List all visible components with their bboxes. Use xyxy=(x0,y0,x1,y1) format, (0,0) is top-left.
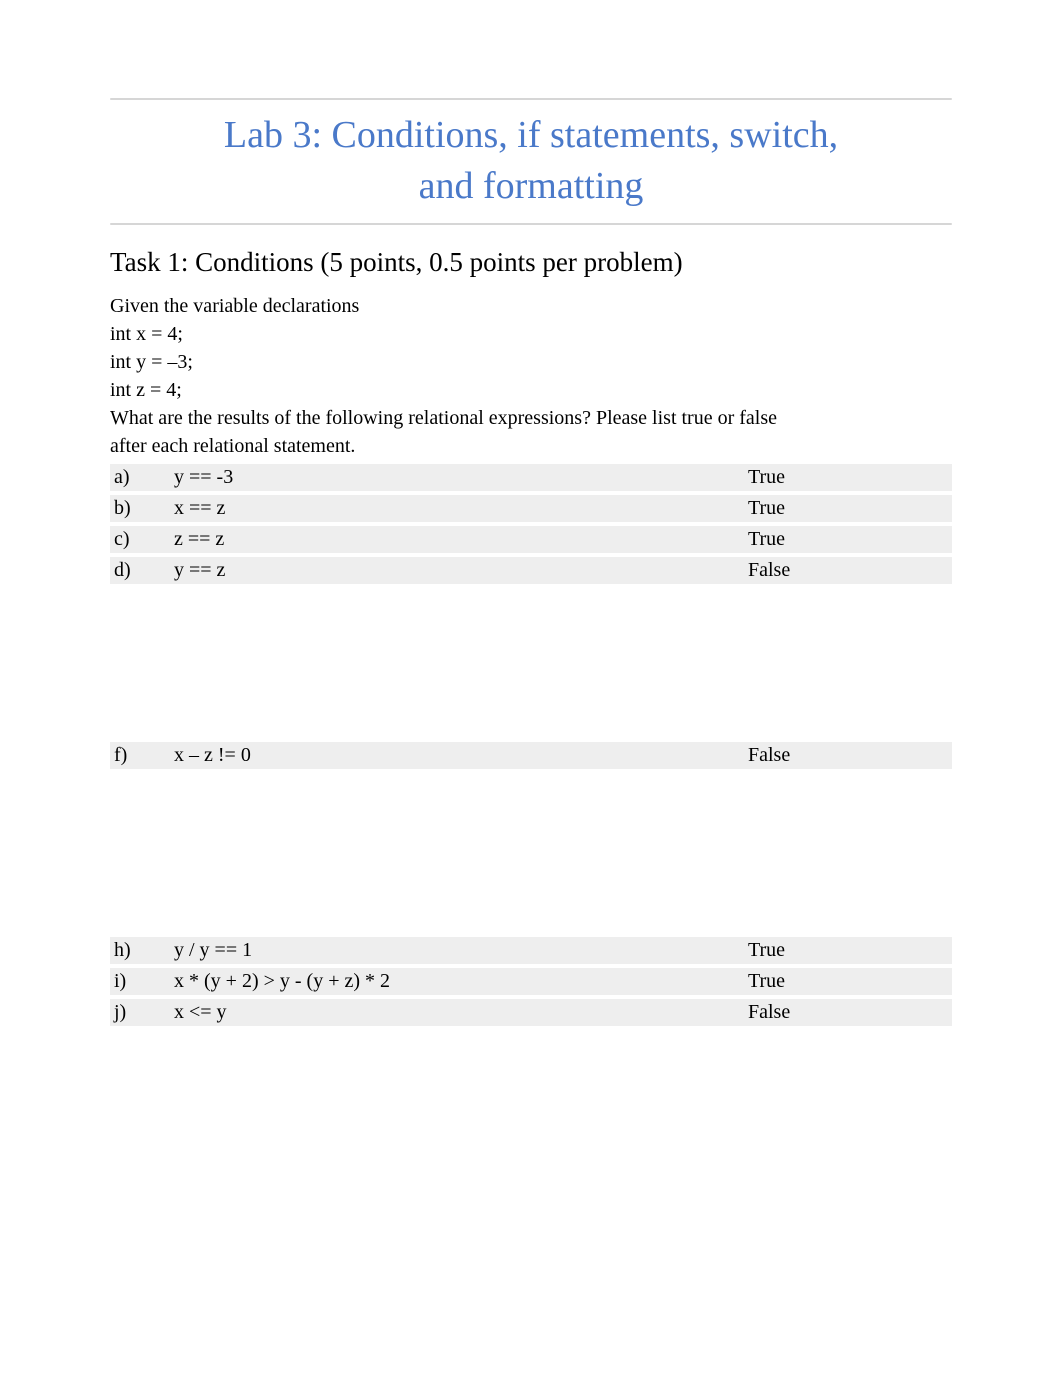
intro-line: int z = 4; xyxy=(110,376,952,404)
task-heading: Task 1: Conditions (5 points, 0.5 points… xyxy=(110,247,952,278)
row-answer: True xyxy=(742,464,952,491)
row-expression: y == z xyxy=(156,557,742,584)
row-answer: True xyxy=(742,968,952,995)
row-expression: x <= y xyxy=(156,999,742,1026)
table-row: h) y / y == 1 True xyxy=(110,937,952,964)
intro-line: after each relational statement. xyxy=(110,432,952,460)
row-label: f) xyxy=(110,742,156,769)
intro-line: int x = 4; xyxy=(110,320,952,348)
row-expression: z == z xyxy=(156,526,742,553)
intro-line: Given the variable declarations xyxy=(110,292,952,320)
intro-line: int y = –3; xyxy=(110,348,952,376)
task-intro: Given the variable declarations int x = … xyxy=(110,292,952,460)
table-row: f) x – z != 0 False xyxy=(110,742,952,769)
row-expression: y / y == 1 xyxy=(156,937,742,964)
table-row: i) x * (y + 2) > y - (y + z) * 2 True xyxy=(110,968,952,995)
intro-line: What are the results of the following re… xyxy=(110,404,952,432)
row-label: h) xyxy=(110,937,156,964)
row-label: a) xyxy=(110,464,156,491)
question-table-block-2: f) x – z != 0 False xyxy=(110,742,952,769)
document-page: Lab 3: Conditions, if statements, switch… xyxy=(0,0,1062,1377)
row-expression: x * (y + 2) > y - (y + z) * 2 xyxy=(156,968,742,995)
question-table-block-3: h) y / y == 1 True i) x * (y + 2) > y - … xyxy=(110,937,952,1026)
row-answer: False xyxy=(742,999,952,1026)
table-row: c) z == z True xyxy=(110,526,952,553)
row-answer: False xyxy=(742,557,952,584)
row-label: b) xyxy=(110,495,156,522)
document-title-line-2: and formatting xyxy=(110,161,952,212)
row-expression: x == z xyxy=(156,495,742,522)
row-answer: True xyxy=(742,526,952,553)
row-expression: x – z != 0 xyxy=(156,742,742,769)
row-answer: True xyxy=(742,937,952,964)
question-table-block-1: a) y == -3 True b) x == z True c) z == z… xyxy=(110,464,952,584)
table-row: b) x == z True xyxy=(110,495,952,522)
title-rule-bottom xyxy=(110,223,952,225)
row-answer: False xyxy=(742,742,952,769)
document-title-block: Lab 3: Conditions, if statements, switch… xyxy=(110,110,952,213)
table-row: a) y == -3 True xyxy=(110,464,952,491)
table-row: j) x <= y False xyxy=(110,999,952,1026)
row-expression: y == -3 xyxy=(156,464,742,491)
row-label: i) xyxy=(110,968,156,995)
document-title-line-1: Lab 3: Conditions, if statements, switch… xyxy=(110,110,952,161)
title-rule-top xyxy=(110,98,952,100)
row-label: d) xyxy=(110,557,156,584)
spacer xyxy=(110,773,952,933)
table-row: d) y == z False xyxy=(110,557,952,584)
row-answer: True xyxy=(742,495,952,522)
row-label: c) xyxy=(110,526,156,553)
spacer xyxy=(110,588,952,738)
row-label: j) xyxy=(110,999,156,1026)
